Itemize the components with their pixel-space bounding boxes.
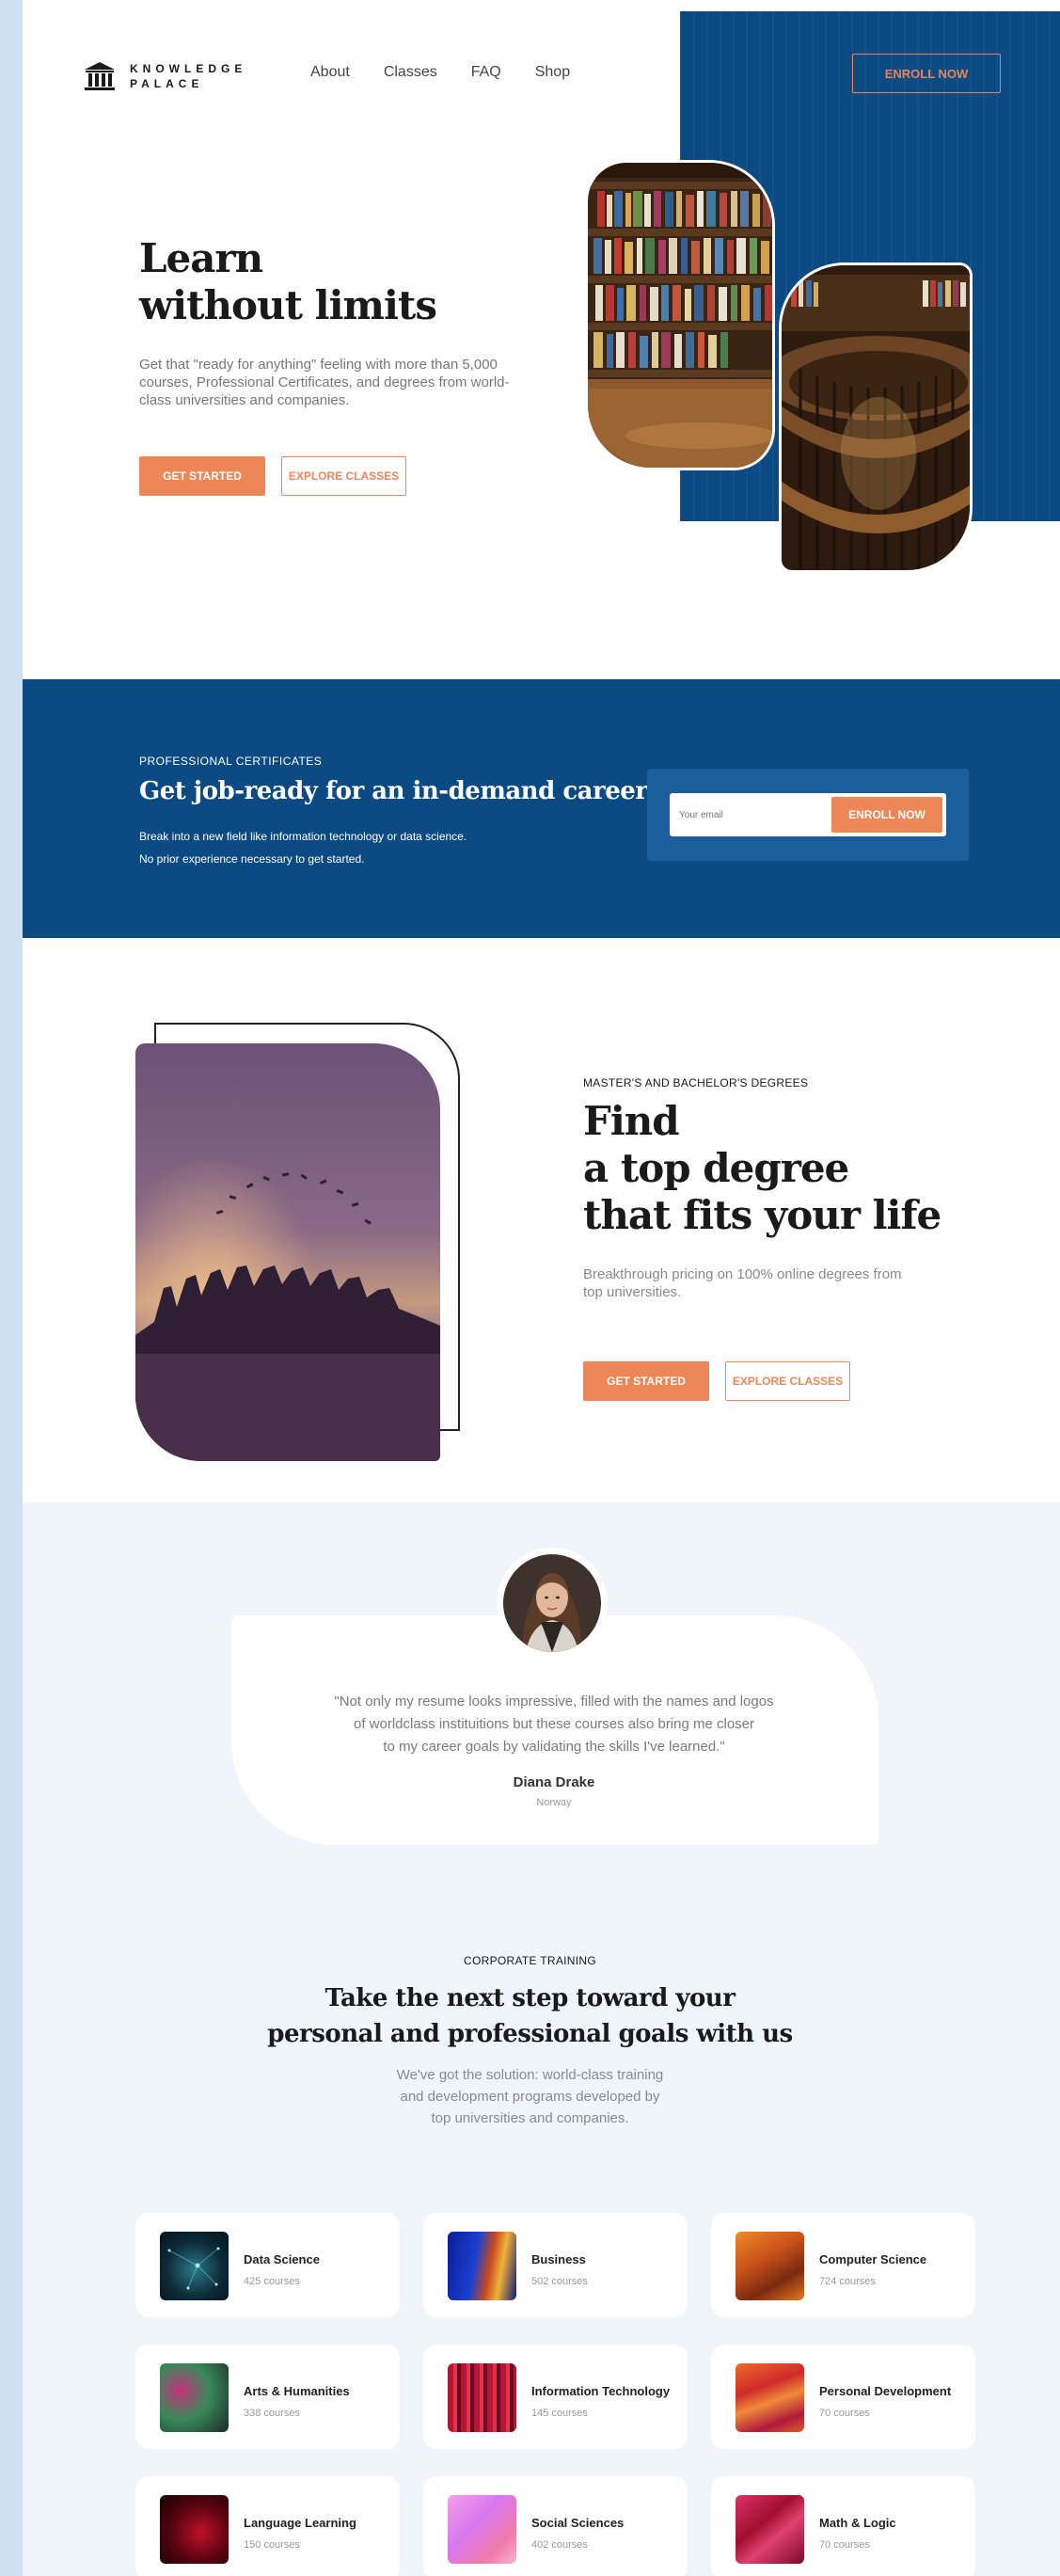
testimonial-country: Norway	[536, 1797, 572, 1808]
hero-get-started-button[interactable]: GET STARTED	[139, 456, 265, 496]
corporate-title: Take the next step toward your personal …	[23, 1980, 1060, 2052]
degrees-title: Find a top degree that fits your life	[583, 1098, 941, 1239]
band-enroll-button[interactable]: ENROLL NOW	[831, 797, 942, 833]
enroll-form: ENROLL NOW	[670, 793, 946, 836]
degrees-explore-classes-button[interactable]: EXPLORE CLASSES	[725, 1361, 850, 1401]
category-card-math-logic[interactable]: Math & Logic 70 courses	[711, 2476, 975, 2576]
category-name: Math & Logic	[819, 2516, 896, 2530]
graduation-image	[135, 1043, 440, 1461]
library-stairs-image	[779, 262, 973, 573]
certificates-title: Get job-ready for an in-demand career	[139, 777, 648, 805]
hero-title-line2: without limits	[139, 282, 437, 328]
category-card-arts-humanities[interactable]: Arts & Humanities 338 courses	[135, 2345, 400, 2449]
nav-classes[interactable]: Classes	[384, 64, 437, 81]
nav-shop[interactable]: Shop	[535, 64, 570, 81]
category-count: 70 courses	[819, 2408, 870, 2419]
nav-about[interactable]: About	[310, 64, 350, 81]
corporate-title-line1: Take the next step toward your	[324, 1984, 736, 2012]
avatar	[503, 1554, 601, 1652]
corporate-desc-line1: We've got the solution: world-class trai…	[396, 2067, 664, 2083]
testimonial-quote: "Not only my resume looks impressive, fi…	[286, 1691, 822, 1758]
corporate-desc-line2: and development programs developed by	[400, 2089, 660, 2105]
degrees-title-line2: a top degree	[583, 1145, 849, 1191]
degrees-title-line1: Find	[583, 1098, 680, 1144]
enroll-form-container: ENROLL NOW	[647, 769, 969, 861]
left-edge-strip	[0, 0, 23, 2576]
page: KNOWLEDGE PALACE About Classes FAQ Shop …	[23, 0, 1060, 2576]
corporate-desc-line3: top universities and companies.	[431, 2110, 629, 2126]
category-card-social-sciences[interactable]: Social Sciences 402 courses	[423, 2476, 688, 2576]
category-name: Social Sciences	[531, 2516, 625, 2530]
museum-icon	[85, 62, 115, 90]
category-name: Computer Science	[819, 2252, 927, 2266]
category-count: 150 courses	[244, 2539, 300, 2551]
degrees-section: MASTER'S AND BACHELOR'S DEGREES Find a t…	[23, 938, 1060, 1503]
email-input[interactable]	[679, 801, 830, 829]
testimonial-quote-line3: to my career goals by validating the ski…	[383, 1739, 725, 1755]
testimonial-quote-line1: "Not only my resume looks impressive, fi…	[334, 1693, 774, 1709]
computer-science-thumbnail	[736, 2232, 804, 2300]
math-logic-thumbnail	[736, 2495, 804, 2564]
certificates-band: PROFESSIONAL CERTIFICATES Get job-ready …	[23, 679, 1060, 938]
category-card-information-technology[interactable]: Information Technology 145 courses	[423, 2345, 688, 2449]
testimonial-and-training-section: "Not only my resume looks impressive, fi…	[23, 1503, 1060, 2576]
degrees-get-started-button[interactable]: GET STARTED	[583, 1361, 709, 1401]
category-card-computer-science[interactable]: Computer Science 724 courses	[711, 2213, 975, 2317]
arts-humanities-thumbnail	[160, 2363, 229, 2432]
category-count: 724 courses	[819, 2276, 876, 2287]
certificates-desc-line1: Break into a new field like information …	[139, 830, 467, 843]
brand-logo[interactable]: KNOWLEDGE PALACE	[83, 60, 246, 92]
category-count: 402 courses	[531, 2539, 588, 2551]
category-card-language-learning[interactable]: Language Learning 150 courses	[135, 2476, 400, 2576]
hero-title: Learn without limits	[139, 235, 437, 329]
brand-name: KNOWLEDGE PALACE	[130, 61, 246, 91]
library-shelves-image	[585, 160, 775, 470]
certificates-description: Break into a new field like information …	[139, 825, 534, 870]
hero-description: Get that "ready for anything" feeling wi…	[139, 357, 510, 408]
testimonial-name: Diana Drake	[513, 1774, 595, 1790]
certificates-kicker: PROFESSIONAL CERTIFICATES	[139, 755, 323, 768]
hero-title-line1: Learn	[139, 235, 263, 281]
corporate-title-line2: personal and professional goals with us	[267, 2020, 793, 2048]
language-learning-thumbnail	[160, 2495, 229, 2564]
category-count: 338 courses	[244, 2408, 300, 2419]
category-count: 502 courses	[531, 2276, 588, 2287]
category-card-business[interactable]: Business 502 courses	[423, 2213, 688, 2317]
certificates-desc-line2: No prior experience necessary to get sta…	[139, 852, 365, 866]
business-thumbnail	[448, 2232, 516, 2300]
information-technology-thumbnail	[448, 2363, 516, 2432]
category-card-personal-development[interactable]: Personal Development 70 courses	[711, 2345, 975, 2449]
main-nav: About Classes FAQ Shop	[310, 64, 570, 81]
category-card-data-science[interactable]: Data Science 425 courses	[135, 2213, 400, 2317]
brand-name-line2: PALACE	[130, 77, 204, 90]
data-science-thumbnail	[160, 2232, 229, 2300]
personal-development-thumbnail	[736, 2363, 804, 2432]
degrees-description: Breakthrough pricing on 100% online degr…	[583, 1266, 902, 1300]
category-name: Language Learning	[244, 2516, 356, 2530]
category-count: 70 courses	[819, 2539, 870, 2551]
category-name: Arts & Humanities	[244, 2384, 350, 2398]
category-count: 425 courses	[244, 2276, 300, 2287]
brand-name-line1: KNOWLEDGE	[130, 62, 247, 75]
corporate-description: We've got the solution: world-class trai…	[23, 2064, 1060, 2129]
header-enroll-button[interactable]: ENROLL NOW	[852, 54, 1001, 93]
category-name: Personal Development	[819, 2384, 952, 2398]
testimonial-quote-line2: of worldclass instituitions but these co…	[353, 1716, 755, 1732]
degrees-kicker: MASTER'S AND BACHELOR'S DEGREES	[583, 1076, 809, 1089]
category-name: Business	[531, 2252, 586, 2266]
corporate-kicker: CORPORATE TRAINING	[464, 1954, 596, 1967]
hero-section: KNOWLEDGE PALACE About Classes FAQ Shop …	[23, 0, 1060, 679]
degrees-title-line3: that fits your life	[583, 1192, 941, 1238]
category-name: Information Technology	[531, 2384, 671, 2398]
category-name: Data Science	[244, 2252, 320, 2266]
social-sciences-thumbnail	[448, 2495, 516, 2564]
hero-explore-classes-button[interactable]: EXPLORE CLASSES	[281, 456, 406, 496]
nav-faq[interactable]: FAQ	[471, 64, 501, 81]
category-count: 145 courses	[531, 2408, 588, 2419]
